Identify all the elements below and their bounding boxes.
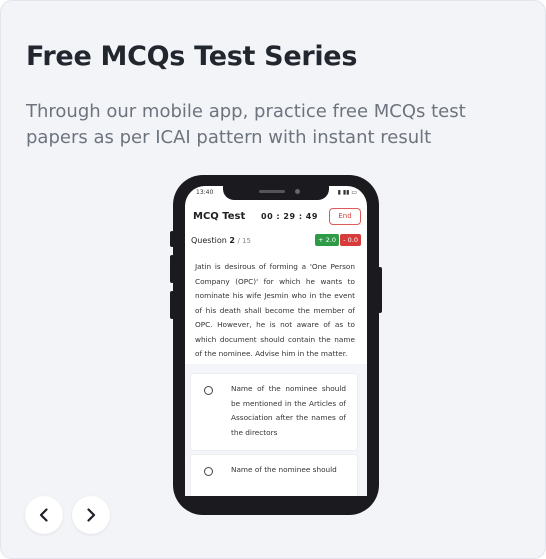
- phone-screen: 13:40 ▮ ▮▮ ▭ MCQ Test 00 : 29 : 49 End Q…: [185, 186, 367, 496]
- app-title: MCQ Test: [193, 211, 246, 222]
- phone-notch: [223, 186, 329, 200]
- card-title: Free MCQs Test Series: [26, 41, 358, 72]
- negative-mark-badge: - 0.0: [340, 234, 361, 246]
- test-timer: 00 : 29 : 49: [261, 212, 318, 221]
- chevron-right-icon: [87, 508, 96, 522]
- phone-side-button: [170, 231, 174, 247]
- phone-power-button: [378, 267, 382, 313]
- previous-button[interactable]: [25, 496, 63, 534]
- question-total: / 15: [237, 237, 251, 245]
- end-test-button[interactable]: End: [329, 208, 361, 225]
- option-text: Name of the nominee should be mentioned …: [231, 384, 346, 437]
- card-subtitle: Through our mobile app, practice free MC…: [26, 101, 466, 148]
- phone-volume-up-button: [170, 255, 174, 283]
- status-time: 13:40: [196, 189, 214, 196]
- question-counter: Question 2 / 15: [191, 236, 251, 245]
- app-header: MCQ Test 00 : 29 : 49 End: [193, 206, 361, 228]
- radio-button[interactable]: [204, 467, 213, 476]
- question-number: 2: [229, 236, 235, 245]
- question-header: Question 2 / 15 + 2.0 - 0.0: [191, 234, 361, 248]
- status-icons: ▮ ▮▮ ▭: [337, 189, 357, 196]
- next-button[interactable]: [72, 496, 110, 534]
- positive-mark-badge: + 2.0: [315, 234, 339, 246]
- question-text: Jatin is desirous of forming a 'One Pers…: [195, 262, 355, 358]
- camera-icon: [295, 189, 300, 194]
- answer-option[interactable]: Name of the nominee should be mentioned …: [191, 374, 357, 450]
- phone-volume-down-button: [170, 291, 174, 319]
- answer-option[interactable]: Name of the nominee should: [191, 455, 357, 496]
- feature-card: Free MCQs Test Series Through our mobile…: [0, 0, 546, 559]
- chevron-left-icon: [39, 508, 48, 522]
- speaker-grille: [259, 190, 285, 193]
- question-label: Question: [191, 236, 227, 245]
- radio-button[interactable]: [204, 386, 213, 395]
- option-text: Name of the nominee should: [231, 465, 337, 474]
- phone-mockup: 13:40 ▮ ▮▮ ▭ MCQ Test 00 : 29 : 49 End Q…: [170, 175, 382, 515]
